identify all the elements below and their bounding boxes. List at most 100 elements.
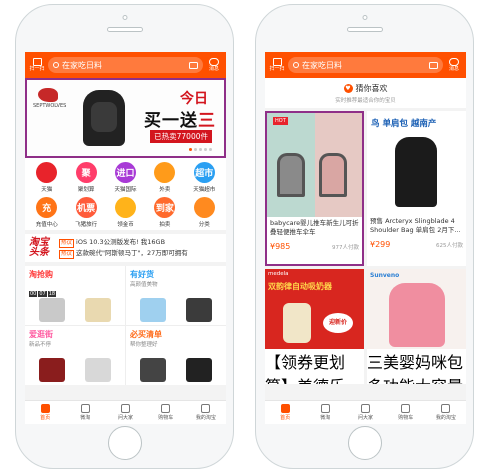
product-card-breast-pump[interactable]: medela 双韵律自动吸奶器 迎新价 1099 【领券更划算】美德乐 Mede…: [265, 269, 364, 384]
phone-frame-left: 扫一扫 在家吃日料 消息 SEPTWOLVES 今日 买一送三 已热卖77000…: [15, 4, 234, 469]
timer-digit: 00: [29, 291, 38, 297]
camera-icon[interactable]: [189, 61, 198, 69]
product-thumbnail: [85, 358, 111, 382]
message-label: 消息: [448, 66, 459, 72]
search-bar[interactable]: 在家吃日料: [48, 57, 203, 73]
category-label: 分类: [198, 222, 210, 228]
promo-thumbnails: [130, 358, 222, 382]
promo-section[interactable]: 爱逛街 新品不停: [25, 326, 125, 385]
stroller-image: HOT: [267, 113, 362, 217]
guess-you-like-header: ♥ 猜你喜欢 实时推荐最适合你的宝贝: [265, 78, 466, 108]
message-label: 消息: [208, 66, 219, 72]
product-title: babycare婴儿推车新生儿可折叠轻便推车伞车: [270, 219, 359, 236]
tab-home[interactable]: 首页: [265, 401, 305, 424]
category-label: 充值中心: [35, 222, 58, 228]
diaper-bag-image: Sunveno: [367, 269, 466, 349]
product-card-stroller[interactable]: HOT babycare婴儿推车新生儿可折叠轻便推车伞车 ¥985 977人付款: [265, 111, 364, 266]
promo-banner[interactable]: SEPTWOLVES 今日 买一送三 已热卖77000件: [25, 78, 226, 158]
promo-subtitle: 新品不停: [29, 342, 52, 348]
promo-title: 必买清单: [130, 330, 162, 339]
profile-icon: [201, 404, 211, 413]
product-card-bag[interactable]: 鸟 单肩包 越南产 预售 Arcteryx Slingblade 4 Shoul…: [367, 111, 466, 266]
tab-weitao[interactable]: 微淘: [305, 401, 345, 424]
top-bar: 扫一扫 在家吃日料 消息: [25, 52, 226, 78]
scan-label: 扫一扫: [269, 66, 285, 72]
category-label: 飞猪旅行: [75, 222, 98, 228]
category-icon: 到家: [154, 197, 176, 218]
category-icon: 超市: [193, 162, 215, 183]
tab-home[interactable]: 首页: [25, 401, 65, 424]
bag-image: 鸟 单肩包 越南产: [367, 111, 466, 215]
promo-title: 爱逛街: [29, 330, 53, 339]
product-thumbnail: [186, 298, 212, 322]
product-card-diaper-bag[interactable]: Sunveno 三美婴妈咪包多功能大容量妈咪包双肩外出背包妈...: [367, 269, 466, 384]
cart-icon: [401, 404, 411, 413]
question-icon: [361, 404, 370, 413]
headline-logo: 淘宝 头条: [29, 238, 55, 258]
tab-profile[interactable]: 我的淘宝: [186, 401, 226, 424]
guess-title-row: ♥ 猜你喜欢: [265, 83, 466, 94]
category-item[interactable]: 充充值中心: [27, 197, 66, 228]
home-button[interactable]: [347, 426, 382, 460]
category-item[interactable]: 天猫: [27, 162, 66, 193]
promo-thumbnails: [29, 298, 121, 322]
home-icon: [40, 404, 50, 413]
tab-label: 购物车: [158, 415, 174, 421]
tab-profile[interactable]: 我的淘宝: [426, 401, 466, 424]
category-label: 聚划算: [77, 187, 95, 193]
category-item[interactable]: 外卖: [145, 162, 184, 193]
category-item[interactable]: 领金币: [106, 197, 145, 228]
search-icon: [293, 62, 299, 68]
tab-cart[interactable]: 购物车: [146, 401, 186, 424]
search-icon: [53, 62, 59, 68]
product-price: ¥985: [270, 242, 291, 251]
front-camera: [122, 15, 127, 20]
guess-subtitle: 实时推荐最适合你的宝贝: [335, 98, 396, 104]
tab-question[interactable]: 问大家: [345, 401, 385, 424]
tab-question[interactable]: 问大家: [105, 401, 145, 424]
category-item[interactable]: 到家 拍卖: [145, 197, 184, 228]
tab-label: 我的淘宝: [195, 415, 216, 421]
product-paid-count: 625人付款: [436, 243, 463, 249]
category-item[interactable]: 超市 天猫超市: [185, 162, 224, 193]
product-price: ¥299: [370, 240, 391, 249]
headline-line-2: 热议 这款碗代"阿斯顿马丁"，27万即可拥有: [59, 248, 222, 259]
home-button[interactable]: [107, 426, 142, 460]
camera-icon[interactable]: [429, 61, 438, 69]
promo-section[interactable]: 必买清单 帮你整理好: [126, 326, 226, 385]
category-item[interactable]: 分类: [185, 197, 224, 228]
brand-logo: SEPTWOLVES: [33, 88, 67, 109]
product-brand: medela: [268, 271, 289, 277]
scan-label: 扫一扫: [29, 66, 45, 72]
product-thumbnail: [140, 358, 166, 382]
message-button[interactable]: 消息: [206, 58, 222, 72]
backpack-image: [83, 90, 125, 146]
search-bar[interactable]: 在家吃日料: [288, 57, 443, 73]
tab-weitao[interactable]: 微淘: [65, 401, 105, 424]
hot-tag: 热议: [59, 250, 75, 259]
category-icon: 充: [36, 197, 58, 218]
product-paid-count: 977人付款: [332, 245, 359, 251]
product-thumbnail: [140, 298, 166, 322]
category-item[interactable]: 进口 天猫国际: [106, 162, 145, 193]
product-meta: ¥299 625人付款: [367, 237, 466, 249]
category-item[interactable]: 机票 飞猪旅行: [66, 197, 105, 228]
tab-cart[interactable]: 购物车: [386, 401, 426, 424]
kangaroo-icon: [38, 88, 58, 102]
scan-button[interactable]: 扫一扫: [29, 58, 45, 72]
scan-button[interactable]: 扫一扫: [269, 58, 285, 72]
search-placeholder: 在家吃日料: [302, 60, 342, 70]
breast-pump-image: medela 双韵律自动吸奶器 迎新价 1099: [265, 269, 364, 349]
category-icon: [114, 197, 136, 218]
message-button[interactable]: 消息: [446, 58, 462, 72]
carousel-dots: [189, 148, 212, 151]
category-label: 领金币: [117, 222, 134, 228]
promo-section[interactable]: 淘抢购 00 07 18: [25, 266, 125, 325]
promo-section[interactable]: 有好货 高颜值美物: [126, 266, 226, 325]
scan-icon: [272, 58, 282, 66]
headline-text-2: 这款碗代"阿斯顿马丁"，27万即可拥有: [76, 249, 188, 257]
taobao-headline[interactable]: 淘宝 头条 热议 iOS 10.3公测版发布! 我16GB 热议 这款碗代"阿斯顿马…: [25, 234, 226, 262]
brand-name: SEPTWOLVES: [33, 103, 67, 109]
category-item[interactable]: 聚聚划算: [66, 162, 105, 193]
front-camera: [362, 15, 367, 20]
